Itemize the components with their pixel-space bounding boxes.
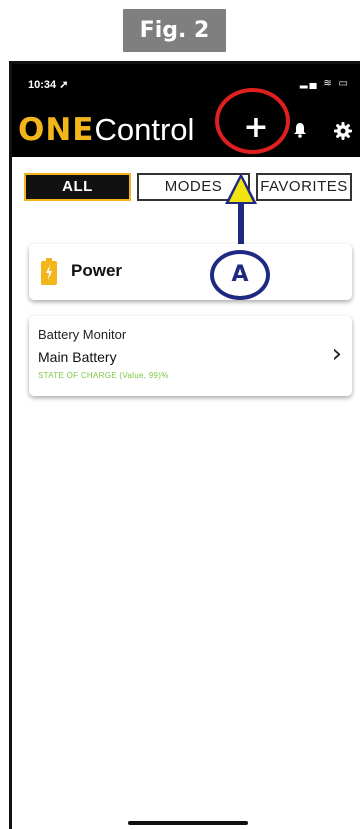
logo-light: Control: [94, 112, 195, 147]
app-header: 10:34 ➚ ▂▄ ≋ ▭ ONEControl +: [12, 64, 360, 157]
device-name: Main Battery: [38, 349, 117, 365]
filter-tabs: ALL MODES FAVORITES: [24, 173, 352, 201]
app-logo: ONEControl: [18, 112, 194, 148]
callout-a: A: [210, 250, 270, 300]
tab-favorites[interactable]: FAVORITES: [256, 173, 352, 201]
bell-icon[interactable]: [293, 122, 307, 138]
device-type: Battery Monitor: [38, 327, 127, 342]
power-section-header[interactable]: Power: [29, 244, 352, 300]
tab-all[interactable]: ALL: [24, 173, 131, 201]
status-time: 10:34 ➚: [28, 79, 69, 91]
home-indicator[interactable]: [128, 821, 248, 825]
list-item[interactable]: Battery Monitor Main Battery STATE OF CH…: [29, 316, 352, 396]
device-status: STATE OF CHARGE (Value, 99)%: [38, 371, 169, 380]
chevron-right-icon[interactable]: ›: [332, 341, 342, 367]
status-indicators: ▂▄ ≋ ▭: [299, 78, 350, 89]
phone-screen: 10:34 ➚ ▂▄ ≋ ▭ ONEControl + ALL MODES FA…: [9, 61, 360, 829]
highlight-circle: [215, 88, 290, 154]
logo-bold: ONE: [18, 112, 95, 148]
callout-arrow: [229, 178, 253, 202]
figure-label: Fig. 2: [123, 9, 226, 52]
section-title: Power: [71, 261, 123, 280]
gear-icon[interactable]: [334, 122, 352, 140]
battery-icon: [41, 258, 57, 285]
